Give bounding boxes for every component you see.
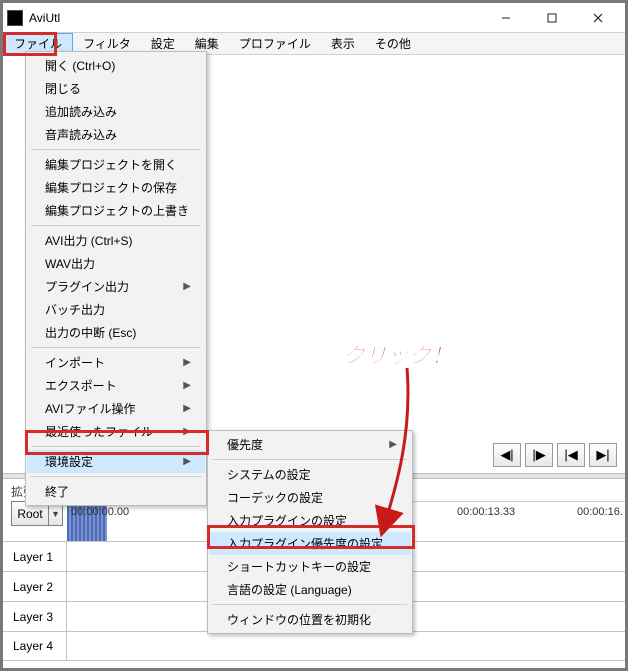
file-close[interactable]: 閉じる [27, 77, 205, 100]
file-proj-open[interactable]: 編集プロジェクトを開く [27, 153, 205, 176]
env-reset-win-pos[interactable]: ウィンドウの位置を初期化 [209, 608, 411, 631]
file-open[interactable]: 開く (Ctrl+O) [27, 54, 205, 77]
file-proj-save[interactable]: 編集プロジェクトの保存 [27, 176, 205, 199]
close-button[interactable] [575, 4, 621, 32]
file-export[interactable]: エクスポート▶ [27, 374, 205, 397]
layer-header[interactable]: Layer 2 [3, 572, 67, 601]
chevron-right-icon: ▶ [183, 456, 191, 467]
transport-controls: ◀| |▶ |◀ ▶| [493, 443, 617, 467]
file-batch[interactable]: バッチ出力 [27, 298, 205, 321]
layer-header[interactable]: Layer 1 [3, 542, 67, 571]
env-input-plugin[interactable]: 入力プラグインの設定▶ [209, 509, 411, 532]
layer-header[interactable]: Layer 4 [3, 632, 67, 660]
chevron-right-icon: ▶ [389, 439, 397, 450]
chevron-right-icon: ▶ [183, 281, 191, 292]
file-env[interactable]: 環境設定▶ [27, 450, 205, 473]
chevron-right-icon: ▶ [183, 357, 191, 368]
layer-header[interactable]: Layer 3 [3, 602, 67, 631]
file-exit[interactable]: 終了 [27, 480, 205, 503]
menu-other[interactable]: その他 [365, 33, 421, 54]
annotation-text: クリック！ [343, 338, 453, 370]
chevron-right-icon: ▶ [389, 515, 397, 526]
step-back-button[interactable]: ◀| [493, 443, 521, 467]
env-shortcut[interactable]: ショートカットキーの設定 [209, 555, 411, 578]
app-title: AviUtl [29, 11, 60, 25]
env-system[interactable]: システムの設定 [209, 463, 411, 486]
layer-row[interactable]: Layer 4 [3, 631, 625, 661]
titlebar: AviUtl [3, 3, 625, 33]
env-codec[interactable]: コーデックの設定 [209, 486, 411, 509]
maximize-button[interactable] [529, 4, 575, 32]
file-addload[interactable]: 追加読み込み [27, 100, 205, 123]
env-language[interactable]: 言語の設定 (Language) [209, 578, 411, 601]
file-recent[interactable]: 最近使ったファイル▶ [27, 420, 205, 443]
file-avi-out[interactable]: AVI出力 (Ctrl+S) [27, 229, 205, 252]
chevron-right-icon: ▶ [183, 403, 191, 414]
time-label: 00:00:16. [577, 506, 623, 518]
file-proj-over[interactable]: 編集プロジェクトの上書き [27, 199, 205, 222]
app-window: AviUtl ファイル フィルタ 設定 編集 プロファイル 表示 その他 開く … [0, 0, 628, 671]
file-abort[interactable]: 出力の中断 (Esc) [27, 321, 205, 344]
file-dropdown: 開く (Ctrl+O) 閉じる 追加読み込み 音声読み込み 編集プロジェクトを開… [25, 51, 207, 506]
time-label: 00:00:00.00 [71, 506, 129, 518]
file-wav-out[interactable]: WAV出力 [27, 252, 205, 275]
env-input-plugin-priority[interactable]: 入力プラグイン優先度の設定 [209, 532, 411, 555]
env-priority[interactable]: 優先度▶ [209, 433, 411, 456]
env-submenu: 優先度▶ システムの設定 コーデックの設定 入力プラグインの設定▶ 入力プラグイ… [207, 430, 413, 634]
minimize-button[interactable] [483, 4, 529, 32]
file-import[interactable]: インポート▶ [27, 351, 205, 374]
file-plugin-out[interactable]: プラグイン出力▶ [27, 275, 205, 298]
app-icon [7, 10, 23, 26]
window-buttons [483, 4, 621, 32]
layer-track[interactable] [67, 632, 625, 660]
go-start-button[interactable]: |◀ [557, 443, 585, 467]
menu-profile[interactable]: プロファイル [229, 33, 321, 54]
go-end-button[interactable]: ▶| [589, 443, 617, 467]
step-fwd-button[interactable]: |▶ [525, 443, 553, 467]
chevron-right-icon: ▶ [183, 380, 191, 391]
file-audload[interactable]: 音声読み込み [27, 123, 205, 146]
time-label: 00:00:13.33 [457, 506, 515, 518]
chevron-right-icon: ▶ [183, 426, 191, 437]
menu-view[interactable]: 表示 [321, 33, 365, 54]
file-avi-op[interactable]: AVIファイル操作▶ [27, 397, 205, 420]
